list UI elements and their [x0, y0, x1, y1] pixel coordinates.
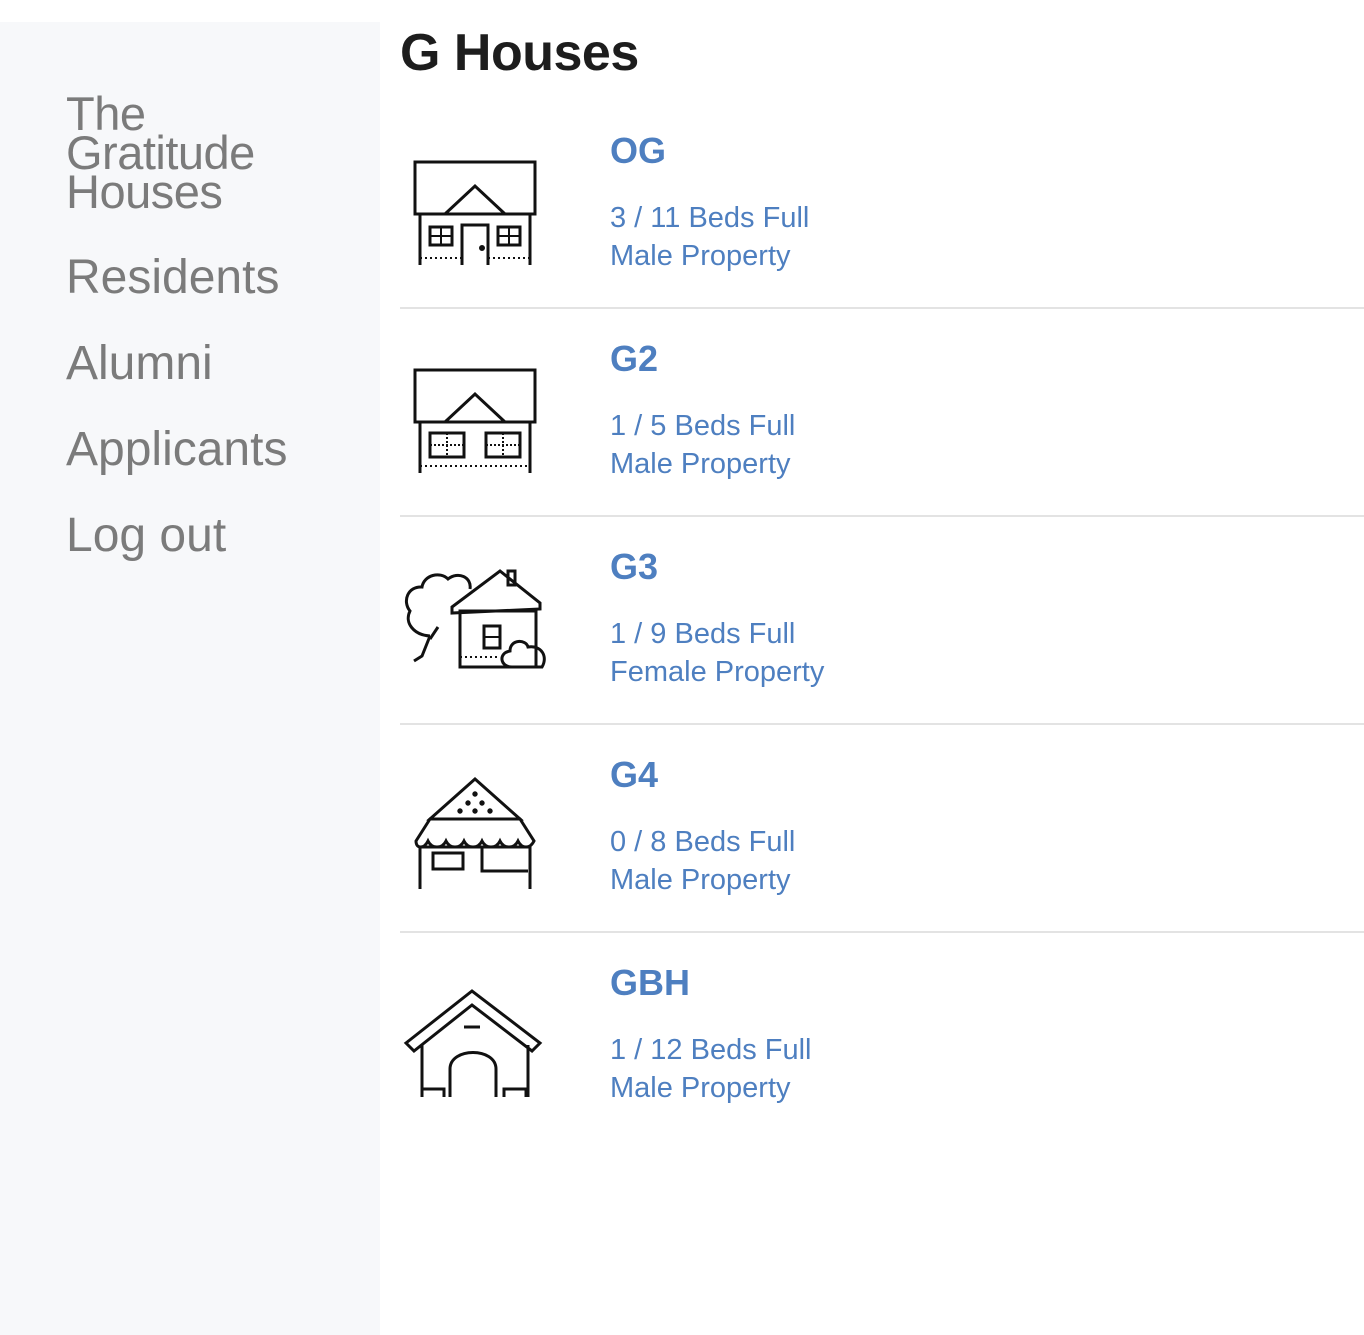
house-name-link[interactable]: G3 [610, 545, 658, 589]
house-list-item[interactable]: GBH 1 / 12 Beds Full Male Property [400, 933, 1364, 1141]
house-list-item[interactable]: G4 0 / 8 Beds Full Male Property [400, 725, 1364, 933]
sidebar: The Gratitude Houses Residents Alumni Ap… [0, 22, 380, 1335]
nav-applicants-link[interactable]: Applicants [66, 422, 287, 478]
house-name-link[interactable]: G4 [610, 753, 658, 797]
house-two-windows-icon[interactable] [400, 323, 550, 473]
property-gender: Male Property [610, 448, 791, 480]
house-name-link[interactable]: GBH [610, 961, 690, 1005]
beds-status: 0 / 8 Beds Full [610, 826, 796, 858]
property-gender: Male Property [610, 240, 791, 272]
house-name-link[interactable]: G2 [610, 337, 658, 381]
house-door-two-windows-icon[interactable] [400, 115, 550, 265]
property-gender: Female Property [610, 656, 825, 688]
house-with-tree-icon[interactable] [400, 531, 550, 681]
main-content: G Houses OG 3 / 11 Beds Full Male Proper [400, 0, 1364, 1335]
beds-status: 1 / 9 Beds Full [610, 618, 796, 650]
barn-house-icon[interactable] [400, 947, 550, 1097]
house-name-link[interactable]: OG [610, 129, 666, 173]
property-gender: Male Property [610, 864, 791, 896]
beds-status: 3 / 11 Beds Full [610, 202, 810, 234]
page-title: G Houses [400, 24, 639, 82]
nav-alumni-link[interactable]: Alumni [66, 336, 213, 392]
house-list-item[interactable]: G2 1 / 5 Beds Full Male Property [400, 309, 1364, 517]
house-list-item[interactable]: OG 3 / 11 Beds Full Male Property [400, 101, 1364, 309]
house-list-item[interactable]: G3 1 / 9 Beds Full Female Property [400, 517, 1364, 725]
beds-status: 1 / 12 Beds Full [610, 1034, 812, 1066]
nav-logout-link[interactable]: Log out [66, 508, 226, 564]
property-gender: Male Property [610, 1072, 791, 1104]
beds-status: 1 / 5 Beds Full [610, 410, 796, 442]
brand-logo-text[interactable]: The Gratitude Houses [66, 90, 255, 215]
nav-residents-link[interactable]: Residents [66, 250, 279, 306]
cottage-icon[interactable] [400, 739, 550, 889]
